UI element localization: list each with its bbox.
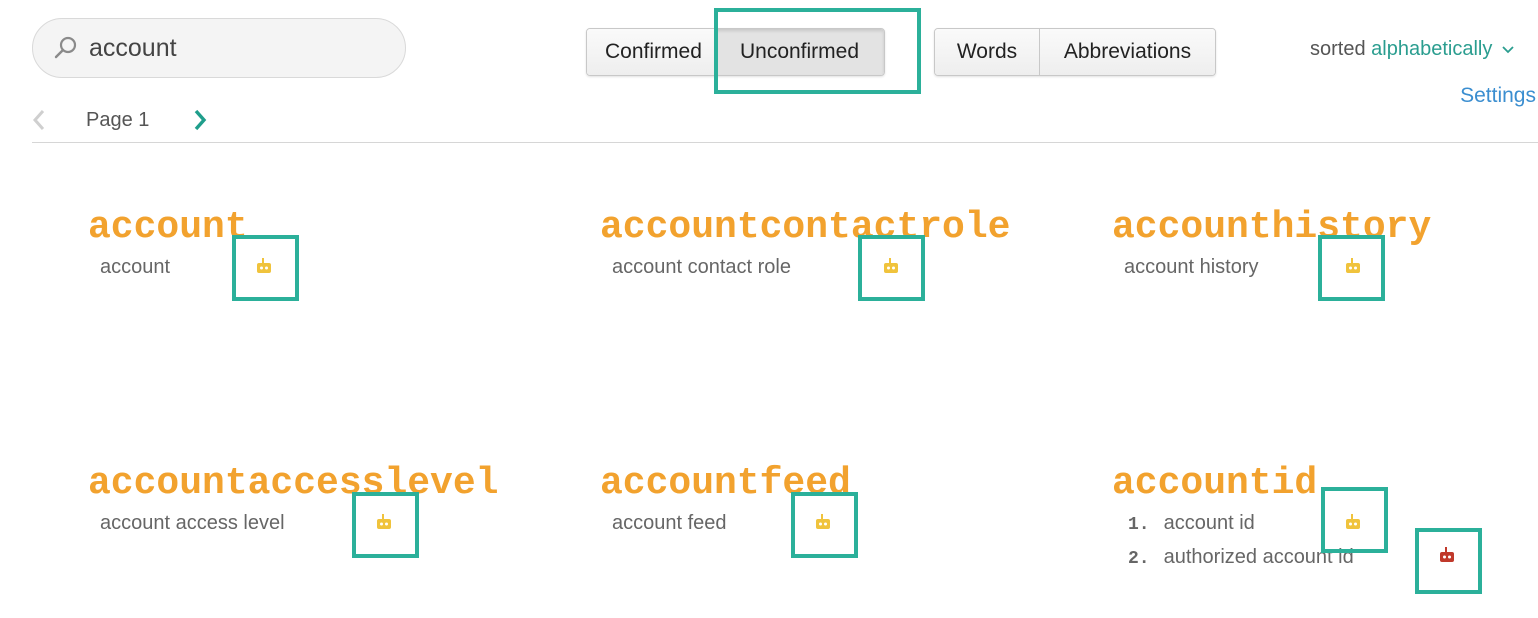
search-input[interactable] xyxy=(89,29,389,67)
entry-term[interactable]: accounthistory xyxy=(1112,208,1431,248)
search-icon xyxy=(54,36,77,59)
unconfirmed-button[interactable]: Unconfirmed xyxy=(714,29,884,75)
entry-term[interactable]: account xyxy=(88,208,248,248)
robot-icon[interactable] xyxy=(882,257,900,275)
chevron-left-icon[interactable] xyxy=(30,108,48,132)
entry-card: accounthistory account history xyxy=(1112,208,1431,279)
robot-icon[interactable] xyxy=(1344,257,1362,275)
settings-link[interactable]: Settings xyxy=(1460,84,1536,108)
sort-prefix: sorted xyxy=(1310,38,1366,60)
expansion-text: authorized account id xyxy=(1163,546,1354,568)
entry-expansion: account feed xyxy=(612,512,727,534)
robot-icon[interactable] xyxy=(1344,513,1362,531)
divider xyxy=(32,142,1538,143)
page-label: Page 1 xyxy=(86,109,150,131)
entry-expansion: account access level xyxy=(100,512,285,534)
robot-red-icon[interactable] xyxy=(1438,546,1456,564)
search-box[interactable] xyxy=(32,18,406,78)
entry-card: accountcontactrole account contact role xyxy=(600,208,1010,279)
robot-icon[interactable] xyxy=(375,513,393,531)
entry-expansion: 1. account id xyxy=(1128,512,1255,535)
sort-control: sorted alphabetically xyxy=(1310,38,1514,61)
abbreviations-button[interactable]: Abbreviations xyxy=(1039,29,1215,75)
expansion-text: account id xyxy=(1163,512,1255,534)
sort-mode-dropdown[interactable]: alphabetically xyxy=(1371,38,1492,60)
entry-expansion: account xyxy=(100,256,171,278)
robot-icon[interactable] xyxy=(814,513,832,531)
entry-expansion: 2. authorized account id xyxy=(1128,546,1354,569)
entry-card: accountfeed account feed xyxy=(600,464,851,535)
entry-term[interactable]: accountaccesslevel xyxy=(88,464,498,504)
page-root: Confirmed Unconfirmed Words Abbreviation… xyxy=(0,0,1538,618)
type-toggle: Words Abbreviations xyxy=(934,28,1216,76)
confirmed-button[interactable]: Confirmed xyxy=(587,29,714,75)
entry-card: accountid 1. account id 2. authorized acco… xyxy=(1112,464,1354,570)
entry-card: accountaccesslevel account access level xyxy=(88,464,498,535)
words-button[interactable]: Words xyxy=(935,29,1039,75)
entry-card: account account xyxy=(88,208,248,279)
entry-expansion: account history xyxy=(1124,256,1259,278)
list-number: 2. xyxy=(1128,549,1150,569)
status-toggle: Confirmed Unconfirmed xyxy=(586,28,885,76)
entry-term[interactable]: accountcontactrole xyxy=(600,208,1010,248)
list-number: 1. xyxy=(1128,515,1150,535)
entry-term[interactable]: accountid xyxy=(1112,464,1317,504)
chevron-down-icon[interactable] xyxy=(1502,46,1514,54)
chevron-right-icon[interactable] xyxy=(191,108,209,132)
entry-expansion: account contact role xyxy=(612,256,791,278)
entry-term[interactable]: accountfeed xyxy=(600,464,851,504)
robot-icon[interactable] xyxy=(255,257,273,275)
